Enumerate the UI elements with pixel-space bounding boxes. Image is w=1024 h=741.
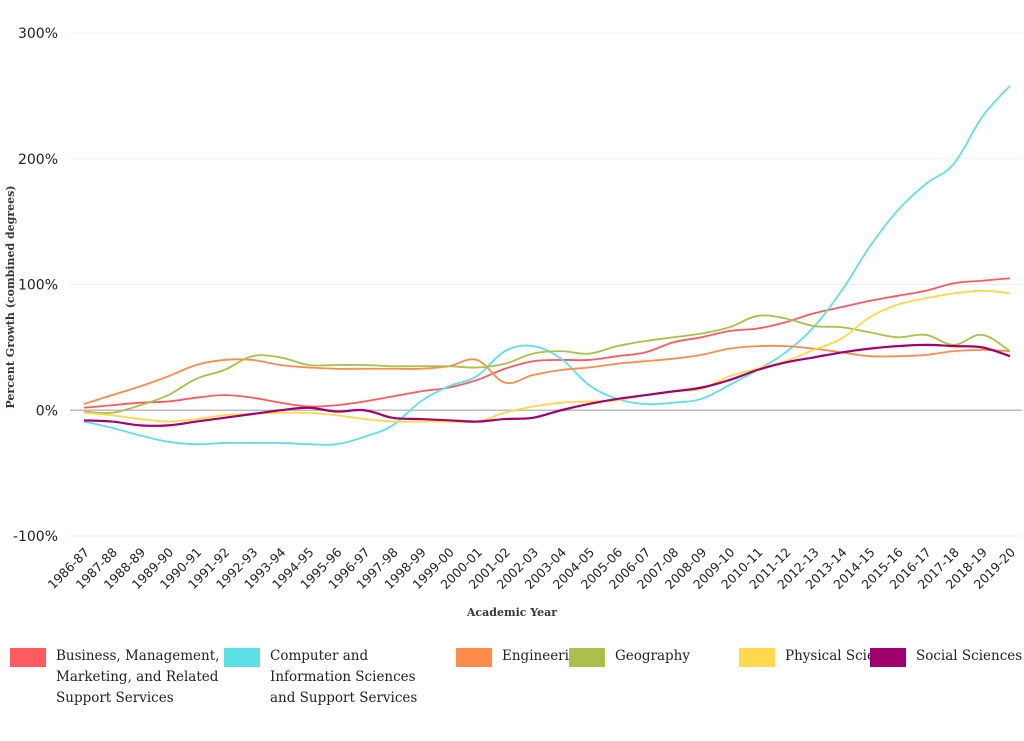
legend-label: Business, Management, Marketing, and Rel… <box>56 648 220 706</box>
legend-label: Computer and Information Sciences and Su… <box>270 648 418 706</box>
legend-swatch <box>224 648 260 667</box>
legend-item-computer-and-information-sciences-and-support-services[interactable]: Computer and Information Sciences and Su… <box>224 646 417 709</box>
series-lines <box>83 85 1011 446</box>
line-chart: -100% 0% 100% 200% 300% 1986-871987-881988-8… <box>4 26 1022 619</box>
y-tick-label: -100% <box>13 529 58 545</box>
legend-item-social-sciences[interactable]: Social Sciences <box>870 646 1022 667</box>
legend-swatch <box>739 648 775 667</box>
legend-swatch <box>870 648 906 667</box>
x-axis-title: Academic Year <box>466 606 557 619</box>
series-line-geography <box>83 314 1011 414</box>
x-axis-ticks: 1986-871987-881988-891989-901990-911991-… <box>45 544 1019 592</box>
gridlines <box>70 32 1022 537</box>
y-tick-label: 100% <box>18 278 58 294</box>
legend-swatch <box>569 648 605 667</box>
y-axis-ticks: -100% 0% 100% 200% 300% <box>13 26 58 545</box>
legend-swatch <box>10 648 46 667</box>
y-tick-label: 200% <box>18 152 58 168</box>
y-tick-label: 0% <box>36 403 58 419</box>
legend-item-business-management-marketing-and-related-support-services[interactable]: Business, Management, Marketing, and Rel… <box>10 646 219 709</box>
y-axis-title: Percent Growth (combined degrees) <box>4 185 17 408</box>
y-tick-label: 300% <box>18 26 58 42</box>
legend-item-geography[interactable]: Geography <box>569 646 690 667</box>
legend-label: Social Sciences <box>916 648 1023 664</box>
legend-swatch <box>456 648 492 667</box>
series-line-business-management-marketing-and-related-support-services <box>83 277 1011 409</box>
legend-item-engineering[interactable]: Engineering <box>456 646 586 667</box>
legend-label: Geography <box>615 648 691 664</box>
series-line-computer-and-information-sciences-and-support-services <box>83 85 1011 446</box>
